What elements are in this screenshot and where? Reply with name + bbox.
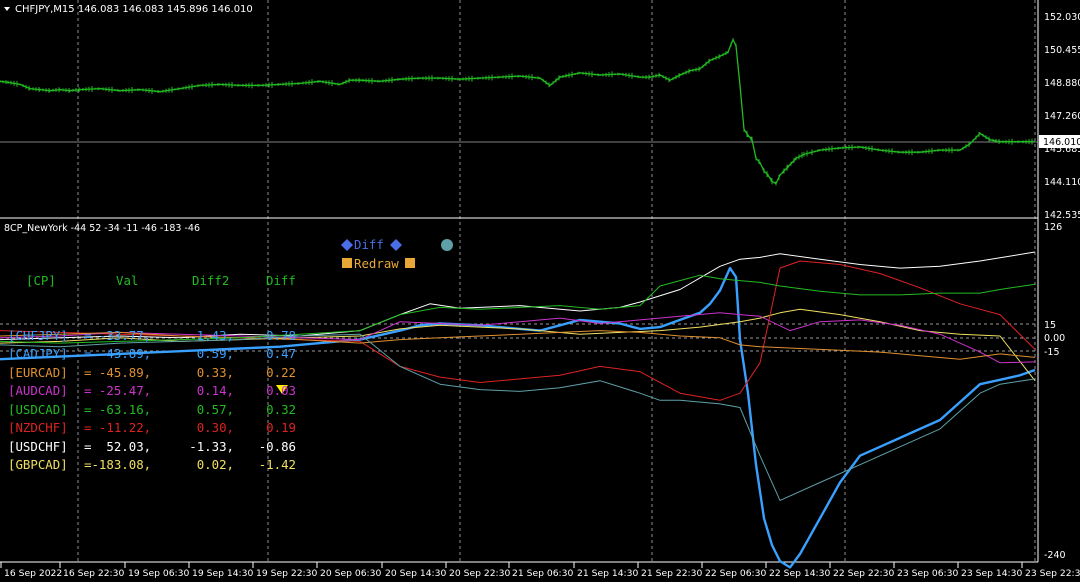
status-dot-icon[interactable] [441, 239, 453, 251]
cell-val: = -33.77, [84, 327, 152, 343]
cell-val: = -45.89, [84, 364, 152, 380]
cell-val: =-183.08, [84, 457, 152, 472]
time-label: 21 Sep 22:30 [641, 568, 702, 579]
cell-diff: 0.22 [266, 364, 296, 380]
header-diff2: Diff2 [192, 273, 230, 288]
price-label: 152.030 [1044, 12, 1080, 23]
cell-pair: [USDCAD] [8, 401, 68, 417]
diff-diamond-icon[interactable] [390, 239, 402, 251]
cell-pair: [EURCAD] [8, 364, 68, 380]
cell-pair: [NZDCHF] [8, 420, 68, 435]
current-price-text: 146.010 [1043, 137, 1080, 148]
indicator-level-label: 126 [1044, 222, 1062, 233]
cell-pair: [AUDCAD] [8, 383, 68, 398]
collapse-icon[interactable] [4, 7, 10, 11]
cell-diff: 0.03 [266, 383, 296, 398]
redraw-square-icon[interactable] [342, 258, 352, 268]
time-label: 20 Sep 06:30 [320, 568, 381, 579]
indicator-axis: 126 15 0.00 -15 -240 [1044, 222, 1066, 561]
price-bars [0, 38, 1033, 186]
cell-diff2: 1.43, [196, 327, 234, 343]
table-row: [USDCAD] = -63.16, 0.57, 0.32 [8, 401, 336, 420]
cell-diff: -1.42 [258, 457, 296, 472]
indicator-level-label: -15 [1044, 347, 1060, 358]
main-chart-header: CHFJPY,M15 146.083 146.083 145.896 146.0… [15, 4, 253, 15]
cell-val: = -43.89, [84, 346, 152, 361]
time-label: 19 Sep 14:30 [192, 568, 253, 579]
time-axis: 16 Sep 2022 16 Sep 22:30 19 Sep 06:30 19 Se… [0, 562, 1080, 579]
price-axis: 152.030 150.455 148.880 147.260 145.685 … [1039, 12, 1080, 221]
cell-pair: [USDCHF] [8, 438, 68, 454]
time-label: 20 Sep 22:30 [449, 568, 510, 579]
table-row: [AUDCAD] = -25.47, 0.14, 0.03 [8, 382, 336, 401]
price-label: 147.260 [1044, 111, 1080, 122]
time-label: 22 Sep 22:30 [833, 568, 894, 579]
time-label: 16 Sep 22:30 [63, 568, 124, 579]
cell-diff2: 0.57, [196, 401, 234, 417]
cell-diff: 0.47 [266, 346, 296, 361]
price-label: 150.455 [1044, 45, 1080, 56]
cell-diff2: 0.59, [196, 346, 234, 361]
header-val: Val [116, 273, 139, 288]
header-diff: Diff [266, 273, 296, 288]
price-line [0, 37, 1036, 185]
cell-val: = -11.22, [84, 420, 152, 435]
time-label: 22 Sep 14:30 [769, 568, 830, 579]
price-label: 144.110 [1044, 177, 1080, 188]
redraw-button[interactable]: Redraw [354, 256, 399, 271]
time-label: 23 Sep 22:30 [1025, 568, 1080, 579]
indicator-level-label: 0.00 [1044, 333, 1065, 344]
time-label: 16 Sep 2022 [4, 568, 62, 579]
time-label: 21 Sep 14:30 [577, 568, 638, 579]
cell-val: = -25.47, [84, 383, 152, 398]
table-row: [CADJPY] = -43.89, 0.59, 0.47 [8, 345, 336, 364]
cell-pair: [CADJPY] [8, 346, 68, 361]
strength-table: [CP] Val Diff2 Diff [CHFJPY] = -33.77, 1.4… [8, 236, 336, 493]
time-label: 22 Sep 06:30 [705, 568, 766, 579]
cell-diff2: 0.33, [196, 364, 234, 380]
diff-diamond-icon[interactable] [341, 239, 353, 251]
time-label: 19 Sep 22:30 [256, 568, 317, 579]
cell-diff: 0.78 [266, 327, 296, 343]
cell-diff2: 0.30, [196, 420, 234, 435]
cell-diff: 0.32 [266, 401, 296, 417]
table-row: [GBPCAD] =-183.08, 0.02, -1.42 [8, 456, 336, 475]
diff-button[interactable]: Diff [354, 237, 384, 252]
cell-diff2: 0.02, [196, 457, 234, 472]
redraw-square-icon[interactable] [405, 258, 415, 268]
time-label: 20 Sep 14:30 [385, 568, 446, 579]
cell-pair: [CHFJPY] [8, 327, 68, 343]
time-label: 19 Sep 06:30 [128, 568, 189, 579]
header-cp: [CP] [26, 273, 56, 288]
indicator-level-label: -240 [1044, 550, 1066, 561]
price-label: 148.880 [1044, 78, 1080, 89]
price-series [0, 37, 1036, 186]
cell-pair: [GBPCAD] [8, 457, 68, 472]
cell-diff2: 0.14, [196, 383, 234, 398]
table-header-row: [CP] Val Diff2 Diff [8, 272, 336, 291]
table-row: [EURCAD] = -45.89, 0.33, 0.22 [8, 364, 336, 383]
time-label: 23 Sep 14:30 [961, 568, 1022, 579]
price-label: 142.535 [1044, 210, 1080, 221]
indicator-header: 8CP_NewYork -44 52 -34 -11 -46 -183 -46 [4, 223, 200, 234]
indicator-level-label: 15 [1044, 320, 1056, 331]
table-row: [USDCHF] = 52.03, -1.33, -0.86 [8, 438, 336, 457]
cell-diff2: -1.33, [189, 438, 234, 454]
time-label: 23 Sep 06:30 [897, 568, 958, 579]
time-label: 21 Sep 06:30 [512, 568, 573, 579]
cell-diff: -0.86 [258, 438, 296, 454]
cell-diff: 0.19 [266, 420, 296, 435]
cell-val: = -63.16, [84, 401, 152, 417]
cell-val: = 52.03, [84, 438, 152, 454]
table-row: [CHFJPY] = -33.77, 1.43, 0.78 [8, 327, 336, 346]
table-row: [NZDCHF] = -11.22, 0.30, 0.19 [8, 419, 336, 438]
